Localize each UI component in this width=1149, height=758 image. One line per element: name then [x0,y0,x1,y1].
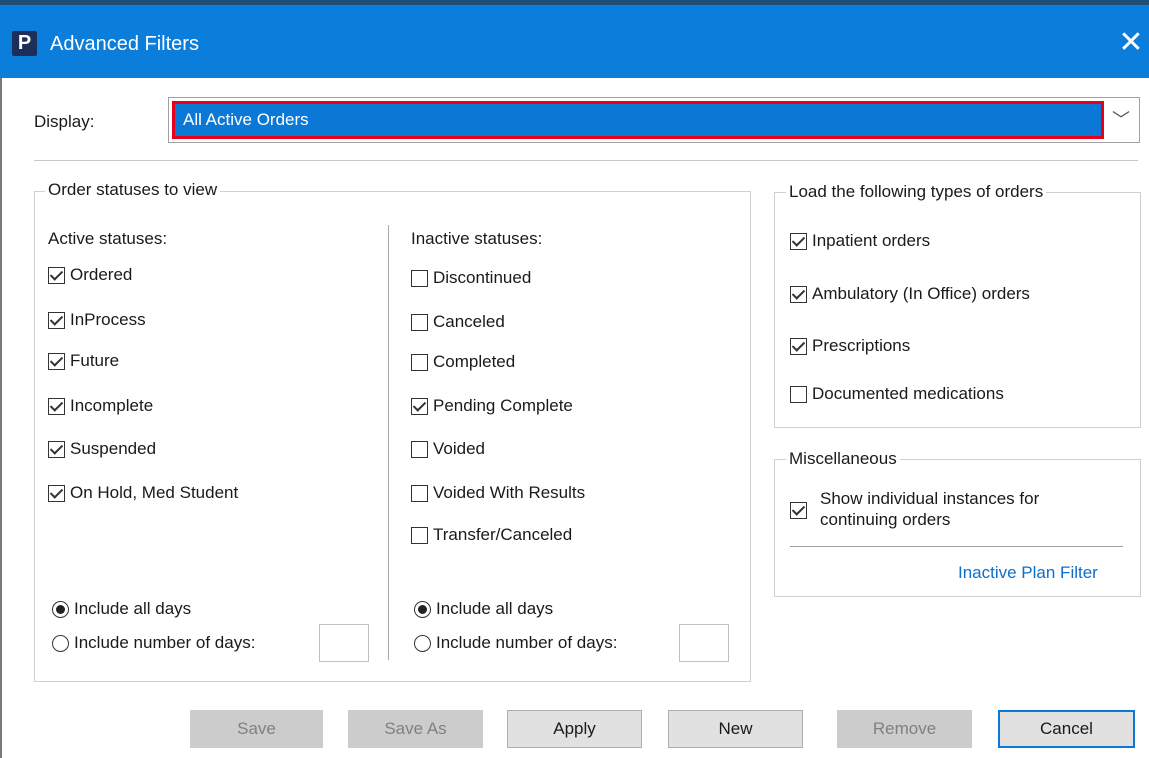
checkbox-box[interactable] [411,526,428,544]
checkbox-label: Ambulatory (In Office) orders [812,284,1030,303]
checkbox-label-line1: Show individual instances for [820,489,1040,508]
checkbox-on-hold-med-student[interactable]: On Hold, Med Student [48,483,238,503]
radio-inactive-include-number-of-days[interactable]: Include number of days: [414,633,617,653]
checkbox-ambulatory-orders[interactable]: Ambulatory (In Office) orders [790,284,1030,304]
checkbox-transfer-canceled[interactable]: Transfer/Canceled [411,525,572,545]
checkbox-box[interactable] [790,232,807,250]
order-statuses-legend: Order statuses to view [45,180,221,200]
checkbox-label: Incomplete [70,396,154,415]
title-bar: P Advanced Filters ✕ [0,5,1149,78]
checkbox-voided-with-results[interactable]: Voided With Results [411,483,585,503]
radio-label: Include all days [436,599,554,618]
checkbox-box[interactable] [411,397,428,415]
misc-separator [790,546,1123,547]
checkbox-discontinued[interactable]: Discontinued [411,268,531,288]
checkbox-inprocess[interactable]: InProcess [48,310,146,330]
checkbox-box[interactable] [790,285,807,303]
checkbox-inpatient-orders[interactable]: Inpatient orders [790,231,930,251]
display-dropdown[interactable]: All Active Orders ﹀ [168,97,1140,143]
checkbox-box[interactable] [411,484,428,502]
radio-label: Include number of days: [436,633,618,652]
checkbox-box[interactable] [411,313,428,331]
checkbox-voided[interactable]: Voided [411,439,485,459]
checkbox-completed[interactable]: Completed [411,352,515,372]
checkbox-box[interactable] [48,352,65,370]
checkbox-box[interactable] [790,502,807,519]
radio-active-include-all-days[interactable]: Include all days [52,599,191,619]
display-label: Display: [34,112,95,131]
checkbox-label: InProcess [70,310,146,329]
radio-button[interactable] [52,600,69,618]
window-left-edge [0,78,2,758]
radio-label: Include all days [74,599,192,618]
checkbox-box[interactable] [48,266,65,284]
checkbox-incomplete[interactable]: Incomplete [48,396,153,416]
checkbox-label: Canceled [433,312,505,331]
checkbox-label: Future [70,351,120,370]
display-selected-value: All Active Orders [172,101,1104,139]
active-statuses-header: Active statuses: [48,229,168,248]
checkbox-box[interactable] [48,311,65,329]
checkbox-label: Documented medications [812,384,1004,403]
checkbox-label: Voided With Results [433,483,586,502]
checkbox-box[interactable] [48,397,65,415]
checkbox-label: Prescriptions [812,336,911,355]
checkbox-label: Completed [433,352,516,371]
new-button[interactable]: New [668,710,803,748]
radio-inactive-include-all-days[interactable]: Include all days [414,599,553,619]
checkbox-label: Pending Complete [433,396,573,415]
status-column-divider [388,225,389,660]
checkbox-label: Suspended [70,439,157,458]
active-days-input[interactable] [319,624,369,662]
checkbox-canceled[interactable]: Canceled [411,312,505,332]
order-types-legend: Load the following types of orders [786,182,1047,202]
checkbox-box[interactable] [48,440,65,458]
radio-label: Include number of days: [74,633,256,652]
checkbox-label: Discontinued [433,268,532,287]
remove-button[interactable]: Remove [837,710,972,748]
radio-active-include-number-of-days[interactable]: Include number of days: [52,633,255,653]
checkbox-label-line2: continuing orders [820,510,951,529]
checkbox-ordered[interactable]: Ordered [48,265,132,285]
chevron-down-icon[interactable]: ﹀ [1103,98,1139,142]
save-button[interactable]: Save [190,710,323,748]
checkbox-box[interactable] [411,353,428,371]
inactive-statuses-header: Inactive statuses: [411,229,543,248]
checkbox-suspended[interactable]: Suspended [48,439,156,459]
window-title: Advanced Filters [50,33,199,55]
save-as-button[interactable]: Save As [348,710,483,748]
cancel-button[interactable]: Cancel [998,710,1135,748]
checkbox-prescriptions[interactable]: Prescriptions [790,336,910,356]
checkbox-future[interactable]: Future [48,351,119,371]
checkbox-label: Voided [433,439,485,458]
checkbox-label: Ordered [70,265,133,284]
checkbox-label: On Hold, Med Student [70,483,239,502]
display-separator [34,160,1138,161]
checkbox-box[interactable] [411,269,428,287]
checkbox-documented-medications[interactable]: Documented medications [790,384,1004,404]
checkbox-label: Inpatient orders [812,231,931,250]
checkbox-box[interactable] [411,440,428,458]
checkbox-box[interactable] [790,337,807,355]
checkbox-label: Transfer/Canceled [433,525,573,544]
checkbox-box[interactable] [48,484,65,502]
close-button[interactable]: ✕ [1113,25,1149,61]
checkbox-show-individual-instances[interactable]: Show individual instances for continuing… [790,488,1130,538]
checkbox-box[interactable] [790,385,807,403]
radio-button[interactable] [414,634,431,652]
inactive-plan-filter-link[interactable]: Inactive Plan Filter [958,563,1098,583]
radio-button[interactable] [52,634,69,652]
inactive-days-input[interactable] [679,624,729,662]
app-p-icon: P [12,31,37,56]
misc-legend: Miscellaneous [786,449,900,469]
apply-button[interactable]: Apply [507,710,642,748]
radio-button[interactable] [414,600,431,618]
checkbox-pending-complete[interactable]: Pending Complete [411,396,573,416]
